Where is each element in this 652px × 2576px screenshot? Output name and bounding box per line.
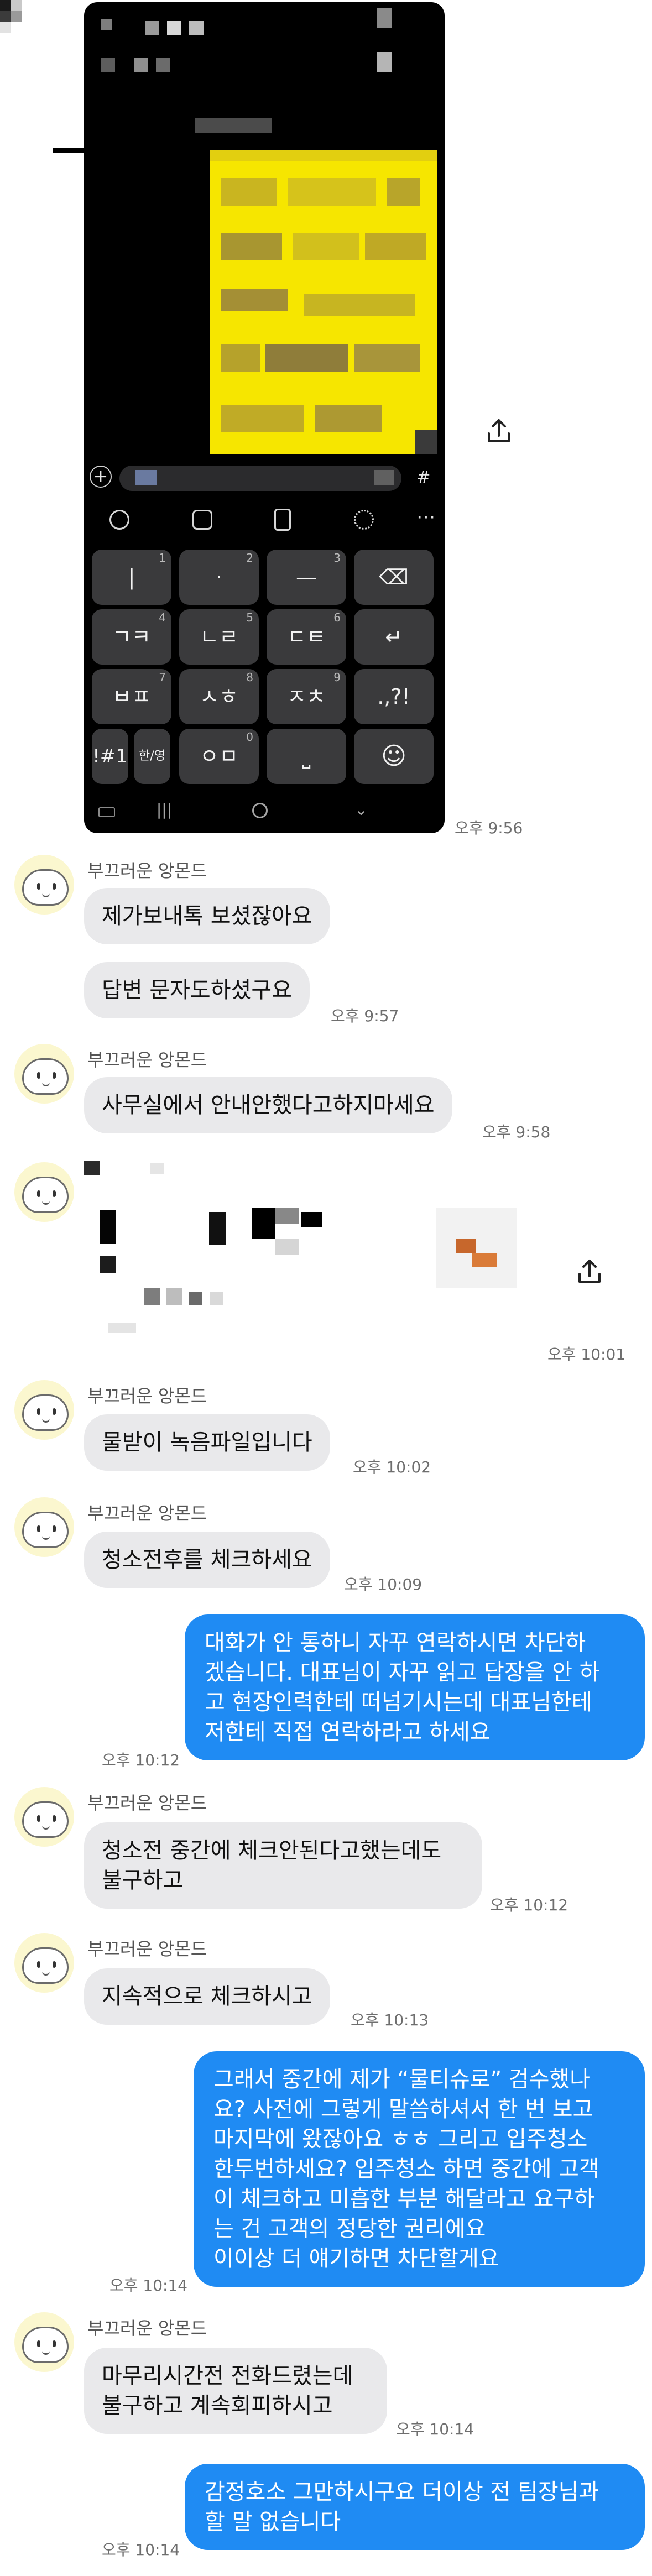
message-bubble[interactable]: 사무실에서 안내안했다고하지마세요	[84, 1077, 452, 1133]
pixelated-mark	[53, 148, 85, 153]
sender-name: 부끄러운 앙몬드	[87, 1793, 207, 1814]
message-time: 오후 10:12	[490, 1896, 568, 1914]
key: 1 |	[92, 550, 171, 605]
screenshot-clipboard-icon	[274, 509, 291, 531]
sender-name: 부끄러운 앙몬드	[87, 2318, 207, 2339]
key: !#1	[92, 729, 128, 784]
message-time: 오후 10:14	[102, 2541, 180, 2559]
screenshot-home-icon	[252, 803, 268, 818]
sender-name: 부끄러운 앙몬드	[87, 1503, 207, 1524]
blurred-image-attachment[interactable]	[84, 1161, 517, 1338]
message-time: 오후 10:13	[351, 2011, 429, 2029]
message-time: 오후 9:57	[331, 1007, 399, 1025]
key: 8 ㅅㅎ	[179, 669, 259, 724]
screenshot-hash-icon: #	[416, 468, 431, 487]
message-time: 오후 10:12	[102, 1751, 180, 1769]
message-bubble[interactable]: 답변 문자도하셨구요	[84, 962, 310, 1018]
screenshot-settings-icon	[354, 510, 374, 530]
key: 3—	[267, 550, 346, 605]
message-bubble[interactable]: 제가보내톡 보셨잖아요	[84, 888, 330, 944]
message-bubble[interactable]: 물받이 녹음파일입니다	[84, 1414, 330, 1471]
screenshot-emoji-icon	[109, 510, 129, 530]
message-bubble[interactable]: 청소전 중간에 체크안된다고했는데도 불구하고	[84, 1822, 482, 1909]
message-time: 오후 10:14	[396, 2420, 474, 2438]
key: 2 ·	[179, 550, 259, 605]
screenshot-sticker-icon	[192, 510, 212, 530]
share-icon[interactable]	[574, 1256, 605, 1287]
sender-name: 부끄러운 앙몬드	[87, 1386, 207, 1407]
message-time: 오후 10:09	[344, 1575, 423, 1593]
outgoing-message-bubble[interactable]: 대화가 안 통하니 자꾸 연락하시면 차단하 겠습니다. 대표님이 자꾸 읽고 …	[185, 1614, 645, 1760]
screenshot-keyboard-hide-icon	[98, 807, 115, 817]
avatar[interactable]	[14, 2312, 74, 2372]
key: ⎵	[267, 729, 346, 784]
key: 7 ㅂㅍ	[92, 669, 171, 724]
screenshot-recents-icon: |||	[156, 801, 173, 819]
message-time: 오후 10:02	[353, 1458, 431, 1476]
key: 6 ㄷㅌ	[267, 609, 346, 665]
avatar[interactable]	[14, 855, 74, 915]
shared-screenshot-image[interactable]: + # ⋯ 1 | 2 · 3— ⌫ 4 ㄱㅋ 5 ㄴㄹ 6 ㄷㅌ ↵ 7 ㅂㅍ 8 ㅅㅎ 9…	[84, 2, 445, 833]
key: 5 ㄴㄹ	[179, 609, 259, 665]
avatar[interactable]	[14, 1787, 74, 1847]
blurred-yellow-message	[210, 150, 437, 454]
key: 0 ㅇㅁ	[179, 729, 259, 784]
avatar[interactable]	[14, 1044, 74, 1104]
key: ☺	[354, 729, 434, 784]
screenshot-keyboard: 1 | 2 · 3— ⌫ 4 ㄱㅋ 5 ㄴㄹ 6 ㄷㅌ ↵ 7 ㅂㅍ 8 ㅅㅎ 9 ㅈㅊ .,?…	[84, 544, 445, 787]
avatar[interactable]	[14, 1380, 74, 1440]
blurred-avatar	[0, 0, 22, 33]
outgoing-message-bubble[interactable]: 감정호소 그만하시구요 더이상 전 팀장님과 할 말 없습니다	[185, 2464, 645, 2550]
share-icon[interactable]	[483, 416, 514, 447]
screenshot-more-icon: ⋯	[416, 506, 435, 528]
avatar[interactable]	[14, 1162, 74, 1222]
message-time: 오후 9:56	[455, 819, 523, 837]
message-bubble[interactable]: 지속적으로 체크하시고	[84, 1968, 330, 2025]
key: 4 ㄱㅋ	[92, 609, 171, 665]
sender-name: 부끄러운 앙몬드	[87, 1049, 207, 1070]
message-time: 오후 10:01	[547, 1345, 626, 1363]
key: ↵	[354, 609, 434, 665]
message-bubble[interactable]: 마무리시간전 전화드렸는데 불구하고 계속회피하시고	[84, 2348, 387, 2434]
key: 한/영	[134, 729, 170, 784]
key: .,?!	[354, 669, 434, 724]
key: 9 ㅈㅊ	[267, 669, 346, 724]
avatar[interactable]	[14, 1497, 74, 1557]
sender-name: 부끄러운 앙몬드	[87, 1938, 207, 1960]
avatar[interactable]	[14, 1933, 74, 1993]
sender-name: 부끄러운 앙몬드	[87, 860, 207, 881]
key: ⌫	[354, 550, 434, 605]
screenshot-back-icon: ⌄	[354, 801, 368, 819]
message-time: 오후 10:14	[109, 2276, 188, 2295]
screenshot-plus-icon: +	[90, 466, 112, 488]
screenshot-text-field	[119, 466, 401, 491]
message-time: 오후 9:58	[482, 1123, 551, 1141]
message-bubble[interactable]: 청소전후를 체크하세요	[84, 1532, 330, 1588]
outgoing-message-bubble[interactable]: 그래서 중간에 제가 “물티슈로” 검수했나 요? 사전에 그렇게 말씀하셔서 …	[194, 2051, 645, 2287]
